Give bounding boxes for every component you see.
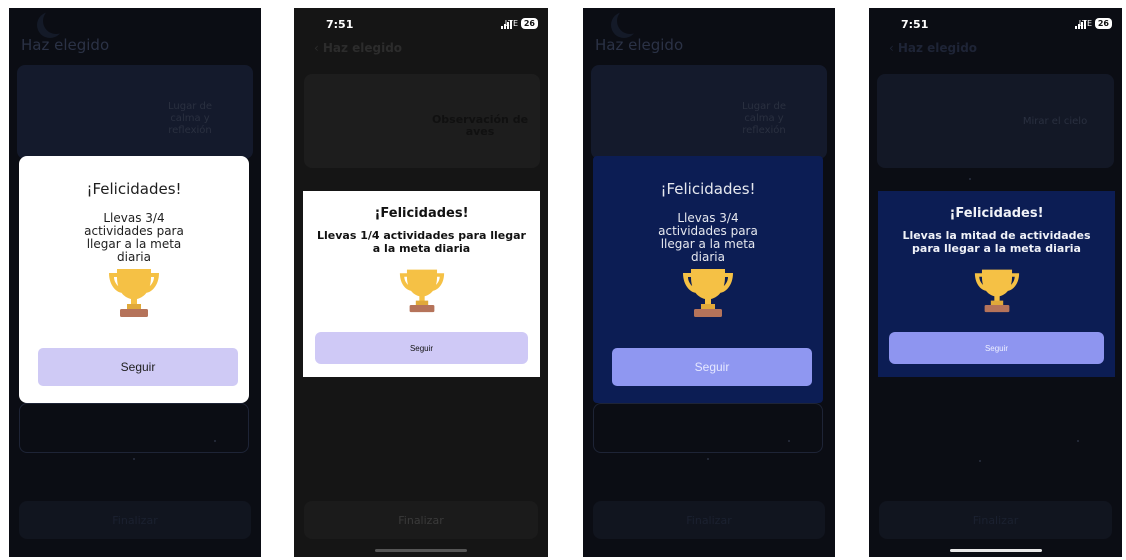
activity-card-text: Lugar de calma y reflexión	[168, 101, 212, 136]
star-icon	[707, 458, 709, 460]
star-icon	[788, 440, 790, 442]
star-icon	[214, 440, 216, 442]
background-title: Haz elegido	[897, 41, 978, 55]
finish-button: Finalizar	[304, 501, 538, 539]
activity-card: Lugar de calma y reflexión	[591, 65, 827, 159]
activity-card-outline	[19, 403, 249, 453]
activity-card: Lugar de calma y reflexión	[17, 65, 253, 159]
moon-icon	[43, 8, 69, 34]
chevron-left-icon: ‹	[314, 41, 319, 55]
star-icon	[133, 458, 135, 460]
modal-message: Llevas 1/4 actividades para llegar a la …	[317, 229, 526, 255]
background-title: Haz elegido	[21, 36, 110, 54]
status-time: 7:51	[901, 18, 929, 31]
activity-card-text: Mirar el cielo	[1022, 116, 1088, 127]
modal-title: ¡Felicidades!	[949, 206, 1044, 221]
trophy-icon	[683, 269, 733, 317]
finish-button: Finalizar	[19, 501, 251, 539]
home-indicator	[375, 549, 467, 552]
screen-1: Haz elegido Lugar de calma y reflexión F…	[9, 8, 261, 557]
star-icon	[969, 178, 971, 180]
status-bar: 7:51 LTE 26	[869, 18, 1122, 32]
status-network: LTE	[1078, 19, 1092, 28]
screen-2: 7:51 LTE 26 ‹ Haz elegido Observación de …	[294, 8, 548, 557]
modal-message: Llevas 3/4 actividades para llegar a la …	[658, 211, 758, 264]
continue-button[interactable]: Seguir	[889, 332, 1104, 364]
background-title: Haz elegido	[595, 36, 684, 54]
status-network: LTE	[504, 19, 518, 28]
continue-button[interactable]: Seguir	[315, 332, 528, 364]
status-bar: 7:51 LTE 26	[294, 18, 548, 32]
chevron-left-icon: ‹	[889, 41, 894, 55]
screen-4: 7:51 LTE 26 ‹ Haz elegido Mirar el cielo …	[869, 8, 1122, 557]
star-icon	[1077, 440, 1079, 442]
congrats-modal: ¡Felicidades! Llevas 3/4 actividades par…	[19, 156, 249, 403]
trophy-icon	[109, 269, 159, 317]
congrats-modal: ¡Felicidades! Llevas 1/4 actividades par…	[303, 191, 540, 377]
finish-button: Finalizar	[593, 501, 825, 539]
modal-title: ¡Felicidades!	[86, 180, 182, 198]
home-indicator	[949, 549, 1042, 552]
trophy-icon	[399, 269, 444, 313]
activity-card-outline	[593, 403, 823, 453]
modal-message: Llevas la mitad de actividades para lleg…	[902, 229, 1091, 255]
back-nav[interactable]: ‹ Haz elegido	[889, 41, 977, 55]
continue-button[interactable]: Seguir	[38, 348, 238, 386]
activity-card-text: Observación de aves	[431, 113, 529, 138]
star-icon	[979, 460, 981, 462]
activity-card-text: Lugar de calma y reflexión	[742, 101, 786, 136]
status-time: 7:51	[326, 18, 354, 31]
battery-badge: 26	[1094, 18, 1112, 29]
background-title: Haz elegido	[322, 41, 403, 55]
activity-card: Mirar el cielo	[877, 74, 1114, 168]
modal-title: ¡Felicidades!	[660, 180, 756, 198]
modal-title: ¡Felicidades!	[374, 206, 469, 221]
activity-card: Observación de aves	[304, 74, 540, 168]
congrats-modal: ¡Felicidades! Llevas la mitad de activid…	[878, 191, 1115, 377]
moon-icon	[617, 8, 643, 34]
back-nav[interactable]: ‹ Haz elegido	[314, 41, 402, 55]
congrats-modal: ¡Felicidades! Llevas 3/4 actividades par…	[593, 156, 823, 403]
trophy-icon	[974, 269, 1019, 313]
finish-button: Finalizar	[879, 501, 1112, 539]
battery-badge: 26	[520, 18, 538, 29]
continue-button[interactable]: Seguir	[612, 348, 812, 386]
screen-3: Haz elegido Lugar de calma y reflexión F…	[583, 8, 835, 557]
modal-message: Llevas 3/4 actividades para llegar a la …	[84, 211, 184, 264]
